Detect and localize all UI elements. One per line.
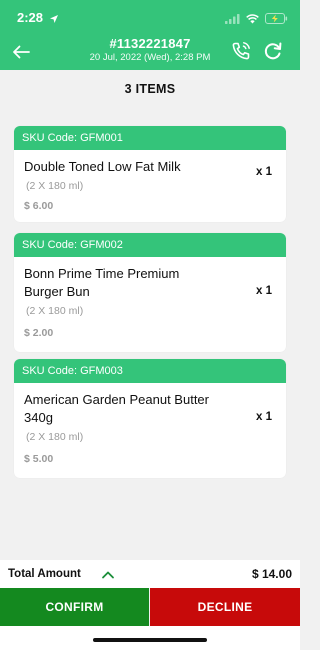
wifi-icon <box>246 11 259 29</box>
order-item-card: SKU Code: GFM002 Bonn Prime Time Premium… <box>14 233 286 352</box>
status-bar: 2:28 <box>0 0 300 34</box>
app-header: 2:28 #1132221847 20 Jul, 2022 (Wed), 2:2… <box>0 0 300 70</box>
status-time: 2:28 <box>17 10 44 25</box>
order-item-card: SKU Code: GFM003 American Garden Peanut … <box>14 359 286 478</box>
total-amount-label: Total Amount <box>8 568 81 580</box>
item-price: $ 2.00 <box>24 327 54 339</box>
item-pack-size: (2 X 180 ml) <box>26 305 84 317</box>
item-quantity: x 1 <box>256 285 272 297</box>
item-quantity: x 1 <box>256 411 272 423</box>
items-count: 3 ITEMS <box>124 82 176 96</box>
home-indicator[interactable] <box>93 638 207 642</box>
order-id: #1132221847 <box>109 36 191 51</box>
item-name: American Garden Peanut Butter 340g <box>24 392 209 425</box>
order-date: 20 Jul, 2022 (Wed), 2:28 PM <box>89 52 211 63</box>
signal-icon <box>225 11 240 29</box>
order-item-card: SKU Code: GFM001 Double Toned Low Fat Mi… <box>14 126 286 222</box>
phone-call-icon[interactable] <box>230 40 252 62</box>
sku-code: SKU Code: GFM001 <box>14 126 286 150</box>
item-price: $ 5.00 <box>24 453 54 465</box>
decline-button[interactable]: DECLINE <box>150 588 300 626</box>
item-quantity: x 1 <box>256 166 272 178</box>
item-pack-size: (2 X 180 ml) <box>26 431 84 443</box>
refresh-icon[interactable] <box>262 40 284 62</box>
confirm-button[interactable]: CONFIRM <box>0 588 149 626</box>
item-price: $ 6.00 <box>24 200 54 212</box>
item-name: Double Toned Low Fat Milk <box>24 159 181 174</box>
location-arrow-icon <box>49 11 59 29</box>
total-bar: Total Amount $ 14.00 <box>0 560 300 588</box>
total-amount-value: $ 14.00 <box>251 567 292 581</box>
battery-icon <box>265 11 288 29</box>
sku-code: SKU Code: GFM003 <box>14 359 286 383</box>
chevron-up-icon[interactable] <box>101 568 115 580</box>
status-icons <box>225 11 288 29</box>
sku-code: SKU Code: GFM002 <box>14 233 286 257</box>
item-pack-size: (2 X 180 ml) <box>26 180 84 192</box>
item-name: Bonn Prime Time Premium Burger Bun <box>24 266 180 299</box>
